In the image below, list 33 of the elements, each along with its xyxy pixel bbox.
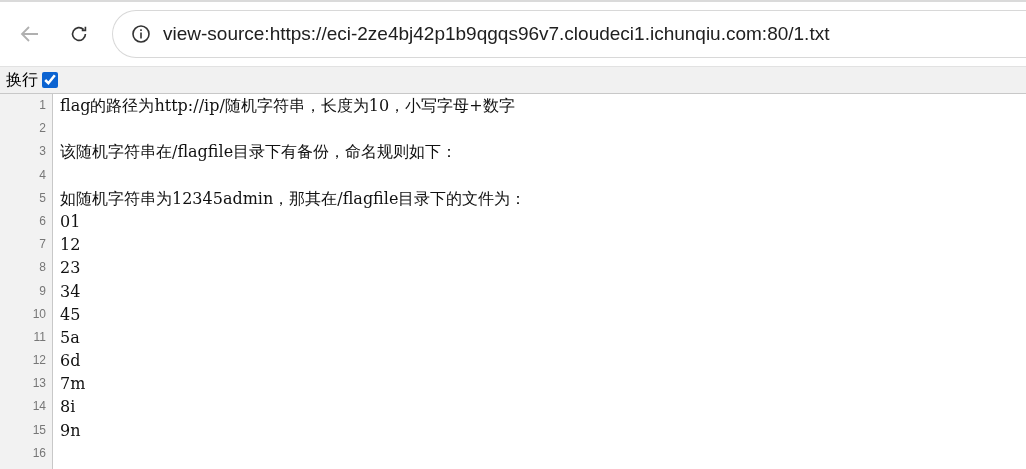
source-line: 6d: [60, 351, 81, 371]
source-line: 8i: [60, 397, 76, 417]
line-number: 4: [39, 167, 46, 182]
source-line: 7m: [60, 374, 86, 394]
source-line: 9n: [60, 420, 81, 440]
source-line: 如随机字符串为12345admin，那其在/flagfile目录下的文件为：: [60, 188, 527, 208]
line-wrap-label: 换行: [6, 69, 38, 91]
line-number: 6: [39, 213, 46, 228]
line-number: 1: [39, 98, 46, 112]
line-number: 8: [39, 260, 46, 275]
line-number: 2: [39, 121, 46, 136]
line-number: 9: [39, 283, 46, 298]
line-number: 10: [32, 306, 46, 321]
line-number: 15: [32, 422, 46, 437]
line-wrap-checkbox[interactable]: [42, 72, 58, 88]
source-line: 12: [60, 235, 81, 255]
line-number: 3: [39, 144, 46, 159]
source-line: 5a: [60, 327, 80, 347]
line-number: 12: [32, 353, 46, 368]
line-number: 7: [39, 237, 46, 252]
source-line: 34: [60, 281, 81, 301]
source-line: 该随机字符串在/flagfile目录下有备份，命名规则如下：: [60, 142, 458, 162]
address-text: view-source:https://eci-2ze4bj42p1b9qgqs96v7.cloudeci1.ichunqiu.com:80/1.txt: [163, 23, 830, 45]
source-line: flag的路径为http://ip/随机字符串，长度为10，小写字母+数字: [60, 96, 515, 115]
source-line: 45: [60, 304, 81, 324]
line-number: 11: [33, 329, 46, 344]
line-number: 16: [32, 445, 46, 460]
line-number: 14: [32, 399, 46, 414]
info-icon[interactable]: [131, 24, 151, 44]
line-number: 5: [39, 190, 46, 205]
source-line: 23: [60, 258, 81, 278]
line-number: 13: [32, 376, 46, 391]
source-line: 01: [60, 211, 81, 231]
